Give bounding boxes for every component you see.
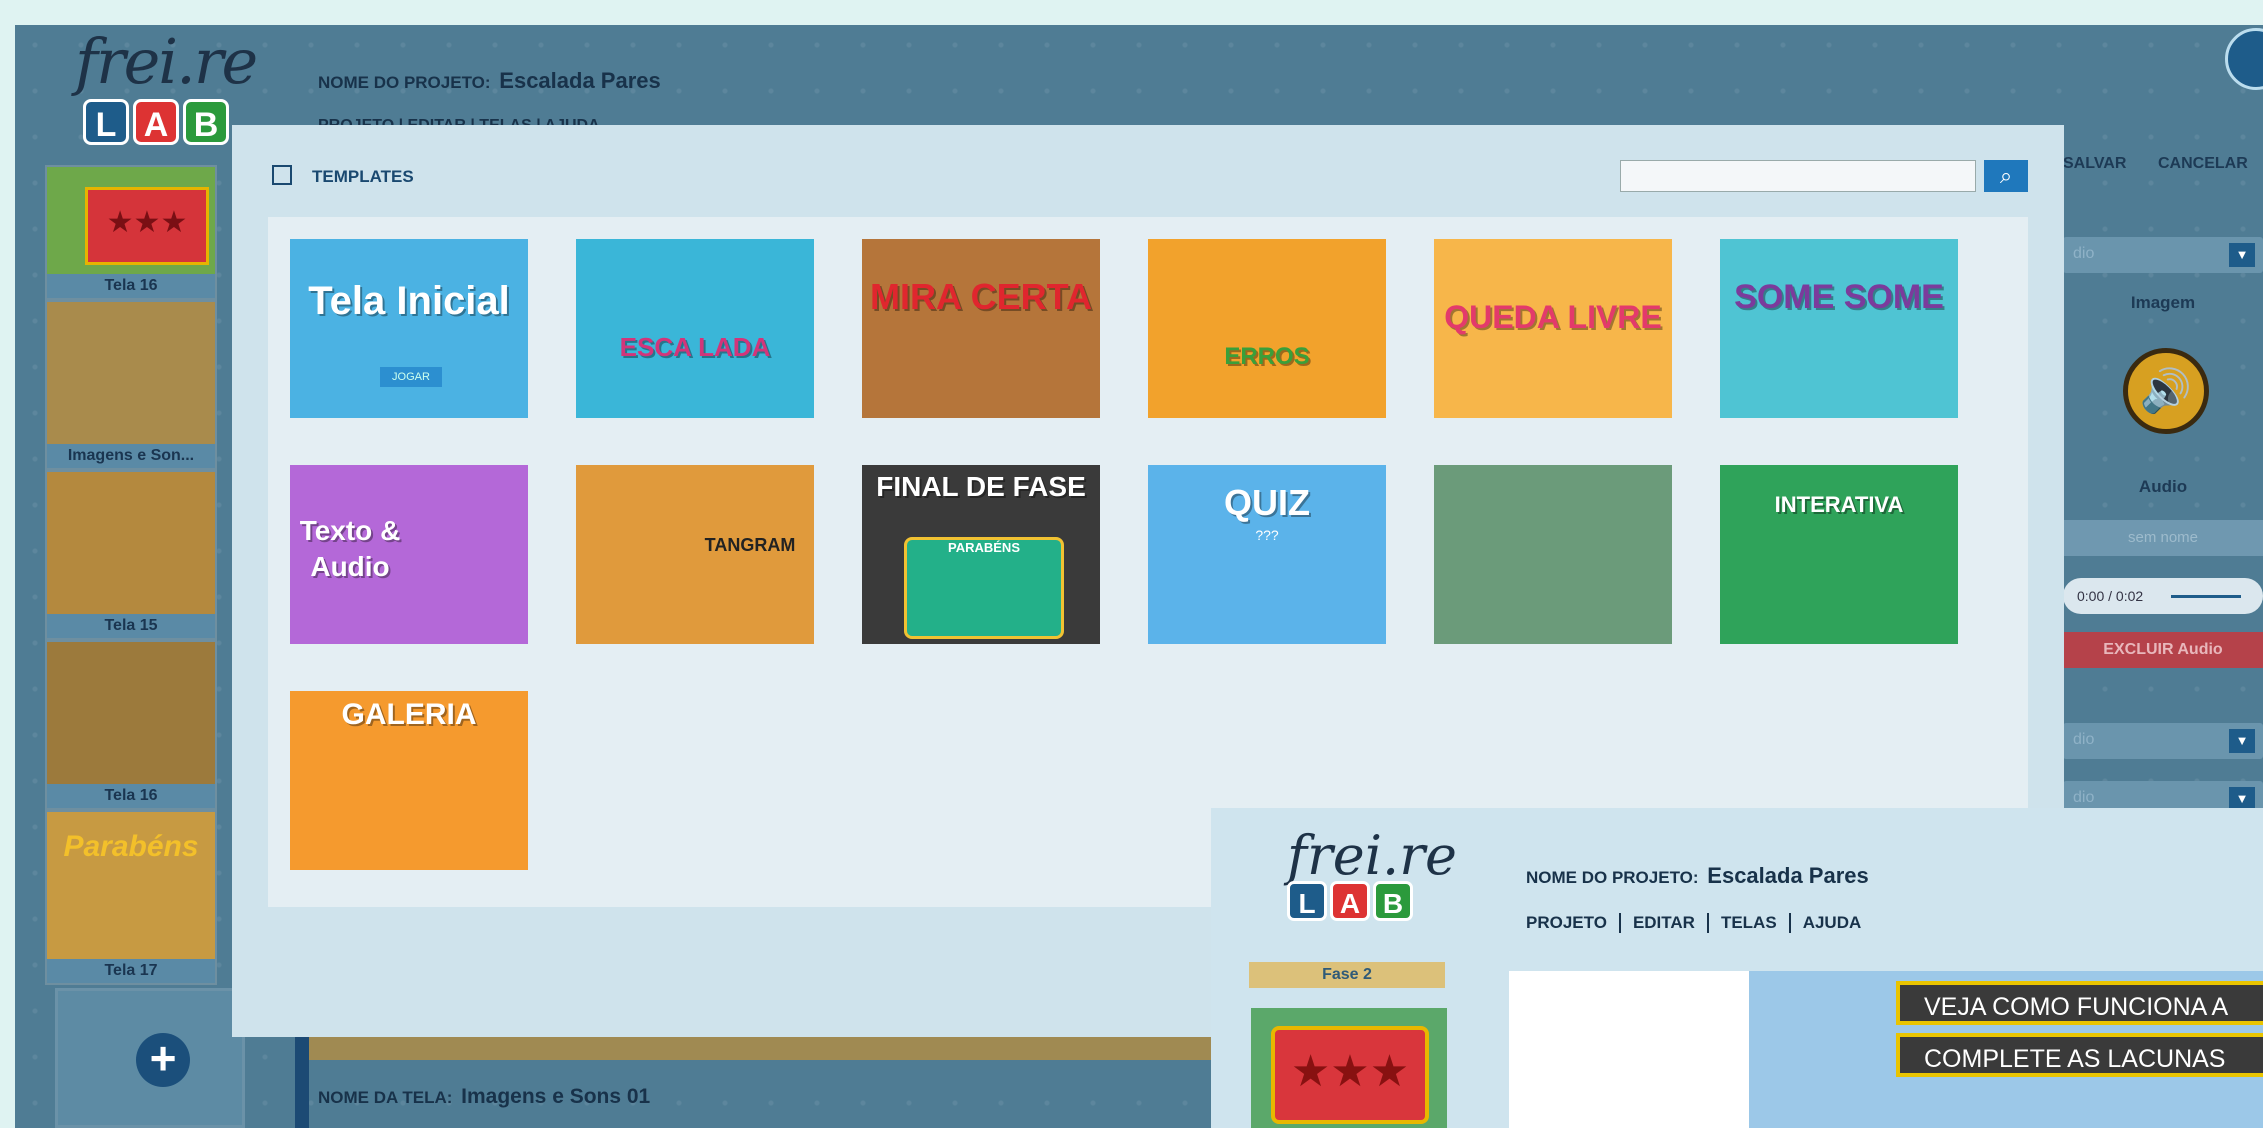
template-sala-de-aula[interactable]	[1434, 465, 1672, 644]
save-button[interactable]: SALVAR	[2063, 155, 2126, 173]
template-label: QUIZ	[1224, 482, 1310, 523]
template-label: SOME SOME	[1734, 278, 1944, 316]
template-mira-certa[interactable]: MIRA CERTA	[862, 239, 1100, 418]
template-interativa[interactable]: INTERATIVA	[1720, 465, 1958, 644]
search-icon: ⌕	[1999, 163, 2013, 188]
logo-letter-a: A	[1330, 881, 1370, 921]
screen-thumb[interactable]: ★★★ Tela 16	[45, 165, 217, 300]
logo-letter-b: B	[1373, 881, 1413, 921]
select-2-value: dio	[2073, 731, 2095, 748]
audio-time: 0:00 / 0:02	[2077, 588, 2144, 604]
templates-grid: Tela Inicial JOGAR ESCA LADA MIRA CERTA …	[268, 217, 2028, 907]
screen-thumb[interactable]: Tela 16	[45, 640, 217, 810]
image-title: Imagem	[2130, 293, 2196, 312]
project-name-value[interactable]: Escalada Pares	[499, 68, 660, 93]
template-label: FINAL DE FASE	[876, 471, 1086, 502]
template-label: GALERIA	[341, 698, 477, 731]
logo-letter-l: L	[83, 99, 129, 145]
screen-thumb[interactable]: Imagens e Son...	[45, 300, 217, 470]
project-name-label: NOME DO PROJETO:	[1526, 868, 1699, 887]
screen-thumb[interactable]: Parabéns Tela 17	[45, 810, 217, 985]
project-name-label: NOME DO PROJETO:	[318, 73, 491, 92]
stage-blank-area	[1509, 971, 1749, 1128]
audio-title: Audio	[2138, 477, 2188, 496]
logo-letter-b: B	[183, 99, 229, 145]
logo-letter-a: A	[133, 99, 179, 145]
search-button[interactable]: ⌕	[1984, 160, 2028, 192]
screen-thumb-caption: Tela 15	[47, 614, 215, 638]
stars-icon: ★★★	[85, 187, 209, 265]
stars-icon: ★★★	[1271, 1026, 1429, 1124]
timeline-rail	[295, 1030, 309, 1128]
select-3-value: dio	[2073, 789, 2095, 806]
template-label: QUEDA LIVRE	[1444, 299, 1662, 335]
templates-icon	[272, 165, 292, 185]
add-screen-slot: +	[55, 988, 245, 1128]
audio-name-field[interactable]: sem nome	[2063, 520, 2263, 556]
screen-thumb[interactable]: ★★★	[1251, 1008, 1447, 1128]
audio-select-value: dio	[2073, 245, 2095, 262]
select-2[interactable]: dio ▼	[2063, 723, 2263, 759]
template-final-de-fase[interactable]: FINAL DE FASE PARABÉNS	[862, 465, 1100, 644]
instruction-banner-2: COMPLETE AS LACUNAS	[1896, 1033, 2263, 1077]
template-label: MIRA CERTA	[870, 276, 1092, 317]
cancel-button[interactable]: CANCELAR	[2158, 155, 2248, 173]
template-label: Texto & Audio	[299, 515, 401, 582]
project-name-row: NOME DO PROJETO: Escalada Pares	[318, 68, 661, 94]
phase-label[interactable]: Fase 2	[1249, 962, 1445, 988]
screen-thumb[interactable]: Tela 15	[45, 470, 217, 640]
menu-telas[interactable]: TELAS	[1709, 913, 1791, 933]
modal-title: TEMPLATES	[312, 167, 414, 186]
template-label: TANGRAM	[704, 535, 796, 555]
menu-projeto[interactable]: PROJETO	[1526, 913, 1621, 933]
editor-preview-inset: frei.re L A B NOME DO PROJETO: Escalada …	[1211, 808, 2263, 1128]
template-some-some[interactable]: SOME SOME	[1720, 239, 1958, 418]
template-texto-audio[interactable]: Texto & Audio	[290, 465, 528, 644]
template-queda-livre[interactable]: QUEDA LIVRE	[1434, 239, 1672, 418]
template-label: Tela Inicial	[308, 279, 510, 323]
audio-progress[interactable]	[2171, 595, 2241, 598]
logo-letter-l: L	[1287, 881, 1327, 921]
template-sub: PARABÉNS	[904, 537, 1064, 639]
template-escalada[interactable]: ESCA LADA	[576, 239, 814, 418]
template-sub: JOGAR	[380, 367, 442, 387]
screen-name-label: NOME DA TELA:	[318, 1088, 453, 1107]
screen-thumb-caption: Tela 16	[47, 274, 215, 298]
top-menu: PROJETO EDITAR TELAS AJUDA	[1526, 913, 1873, 933]
instruction-banner-1: VEJA COMO FUNCIONA A	[1896, 981, 2263, 1025]
project-name-value[interactable]: Escalada Pares	[1707, 863, 1868, 888]
audio-player[interactable]: 0:00 / 0:02	[2063, 578, 2263, 614]
template-galeria[interactable]: GALERIA	[290, 691, 528, 870]
delete-audio-button[interactable]: EXCLUIR Audio	[2063, 632, 2263, 668]
template-label: INTERATIVA	[1774, 492, 1904, 517]
screen-thumb-title: Parabéns	[63, 830, 199, 863]
template-label: ERROS	[1224, 343, 1310, 370]
project-name-row: NOME DO PROJETO: Escalada Pares	[1526, 863, 1869, 889]
speaker-icon[interactable]: 🔊	[2123, 348, 2209, 434]
logo-script: frei.re	[75, 25, 258, 98]
audio-select[interactable]: dio ▼	[2063, 237, 2263, 273]
add-screen-button[interactable]: +	[136, 1033, 190, 1087]
screen-thumb-caption: Imagens e Son...	[47, 444, 215, 468]
screen-name-row: NOME DA TELA: Imagens e Sons 01	[318, 1085, 650, 1109]
chevron-down-icon: ▼	[2229, 729, 2255, 753]
freire-lab-logo: frei.re L A B	[75, 25, 258, 161]
template-label: ESCA LADA	[619, 332, 771, 362]
screen-thumb-caption: Tela 16	[47, 784, 215, 808]
stage-canvas[interactable]: VEJA COMO FUNCIONA A COMPLETE AS LACUNAS	[1509, 971, 2263, 1128]
chevron-down-icon: ▼	[2229, 243, 2255, 267]
template-quiz[interactable]: QUIZ ???	[1148, 465, 1386, 644]
template-erros[interactable]: ERROS	[1148, 239, 1386, 418]
menu-editar[interactable]: EDITAR	[1621, 913, 1709, 933]
template-tela-inicial[interactable]: Tela Inicial JOGAR	[290, 239, 528, 418]
menu-ajuda[interactable]: AJUDA	[1791, 913, 1874, 933]
freire-lab-logo: frei.re L A B	[1287, 824, 1457, 921]
screen-thumb-caption: Tela 17	[47, 959, 215, 983]
template-search-input[interactable]	[1620, 160, 1976, 192]
template-sub: ???	[1255, 527, 1279, 543]
template-tangram[interactable]: TANGRAM	[576, 465, 814, 644]
logo-script: frei.re	[1287, 824, 1457, 887]
screen-name-value[interactable]: Imagens e Sons 01	[461, 1085, 650, 1108]
